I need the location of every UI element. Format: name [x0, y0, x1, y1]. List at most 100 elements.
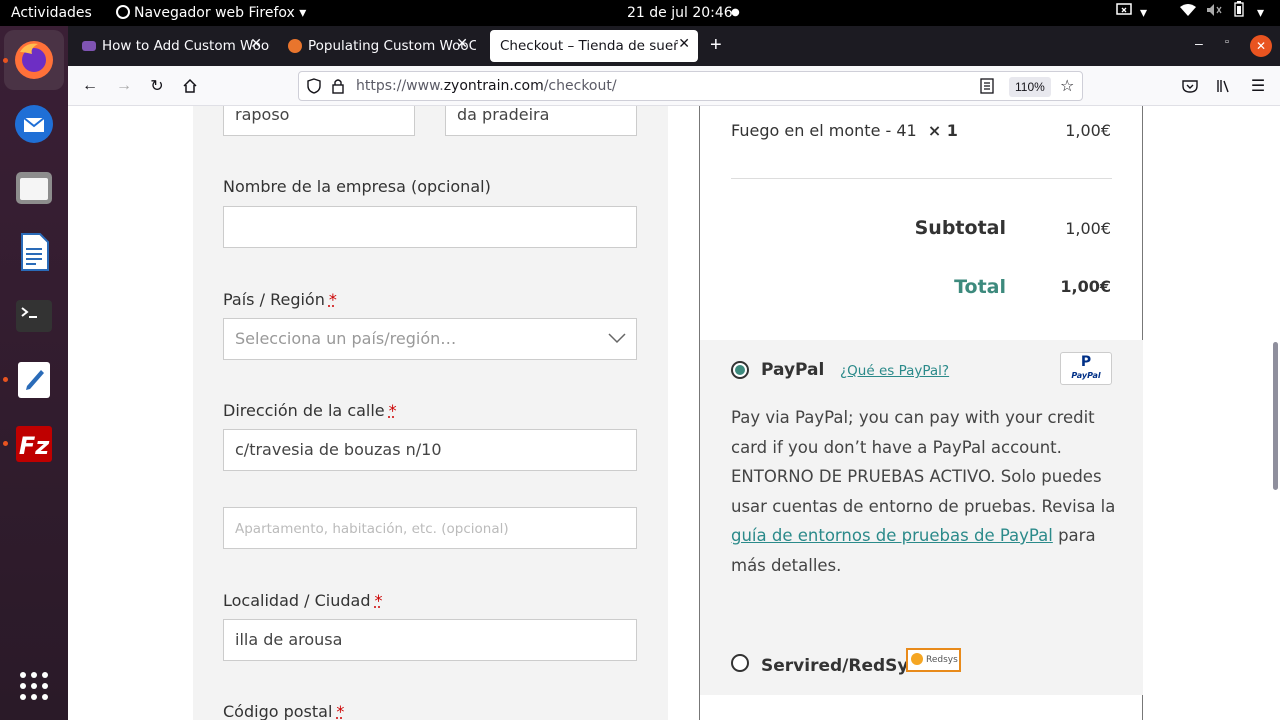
- clock[interactable]: 21 de jul 20:46: [627, 0, 733, 26]
- first-name-field[interactable]: raposo: [223, 106, 415, 136]
- zoom-level-badge[interactable]: 110%: [1009, 77, 1051, 97]
- paypal-logo: P PayPal: [1060, 352, 1112, 385]
- system-top-bar: Actividades Navegador web Firefox ▾ 21 d…: [0, 0, 1280, 26]
- firefox-icon[interactable]: [4, 30, 64, 90]
- redsys-logo-text: Redsys: [926, 655, 958, 665]
- city-label: Localidad / Ciudad *: [223, 591, 383, 610]
- libreoffice-writer-icon[interactable]: [4, 222, 64, 282]
- files-icon[interactable]: [4, 158, 64, 218]
- chevron-down-icon[interactable]: ▾: [1257, 0, 1264, 26]
- street-label: Dirección de la calle *: [223, 401, 397, 420]
- close-window-icon[interactable]: ✕: [1250, 35, 1272, 57]
- battery-icon[interactable]: [1234, 0, 1244, 26]
- page-scrollbar[interactable]: [1272, 106, 1280, 720]
- text-editor-icon[interactable]: [4, 350, 64, 410]
- chevron-down-icon: [608, 319, 626, 359]
- ubuntu-dock: Fz: [0, 26, 68, 720]
- wifi-icon[interactable]: [1180, 0, 1196, 26]
- payment-methods: PayPal ¿Qué es PayPal? P PayPal Pay via …: [700, 340, 1143, 695]
- bookmark-star-icon[interactable]: ☆: [1060, 76, 1074, 96]
- firefox-app-icon: [116, 5, 130, 19]
- tab-populating[interactable]: Populating Custom WooC ✕: [278, 30, 476, 62]
- volume-icon[interactable]: [1206, 0, 1222, 26]
- redsys-sun-icon: [911, 653, 923, 665]
- pocket-icon[interactable]: [1178, 74, 1202, 98]
- order-review: Fuego en el monte - 41 × 1 1,00€ Subtota…: [699, 106, 1143, 720]
- paypal-radio[interactable]: [731, 361, 749, 379]
- terminal-icon[interactable]: [4, 286, 64, 346]
- total-label: Total: [954, 276, 1006, 298]
- close-icon[interactable]: ✕: [250, 36, 262, 52]
- minimize-icon[interactable]: –: [1195, 35, 1203, 51]
- navigation-toolbar: ← → ↻ https://www.zyontrain.com/checkout…: [68, 66, 1280, 106]
- last-name-field[interactable]: da pradeira: [445, 106, 637, 136]
- tab-checkout[interactable]: Checkout – Tienda de sueños ✕: [490, 30, 698, 62]
- browser-tab-strip: How to Add Custom WooC ✕ Populating Cust…: [68, 26, 1280, 66]
- subtotal-value: 1,00€: [1065, 219, 1111, 238]
- divider: [731, 178, 1112, 179]
- paypal-logo-text: PayPal: [1071, 371, 1101, 380]
- country-placeholder: Selecciona un país/región…: [235, 329, 457, 348]
- thunderbird-icon[interactable]: [4, 94, 64, 154]
- hamburger-menu-icon[interactable]: ☰: [1246, 74, 1270, 98]
- library-icon[interactable]: [1212, 74, 1236, 98]
- paypal-p-icon: P: [1080, 354, 1092, 370]
- redsys-logo: Redsys: [906, 648, 961, 672]
- close-icon[interactable]: ✕: [456, 36, 468, 52]
- apartment-field[interactable]: Apartamento, habitación, etc. (opcional): [223, 507, 637, 549]
- city-field[interactable]: illa de arousa: [223, 619, 637, 661]
- app-menu[interactable]: Navegador web Firefox ▾: [116, 0, 306, 26]
- forward-arrow-icon[interactable]: →: [112, 74, 136, 98]
- restore-icon[interactable]: ▫: [1225, 36, 1229, 48]
- tab-title: Checkout – Tienda de sueños: [500, 38, 678, 54]
- show-apps-grid-icon[interactable]: [4, 656, 64, 716]
- what-is-paypal-link[interactable]: ¿Qué es PayPal?: [840, 363, 949, 379]
- url-bar[interactable]: https://www.zyontrain.com/checkout/ 110%…: [298, 71, 1083, 101]
- svg-text:Fz: Fz: [19, 432, 50, 460]
- chevron-down-icon[interactable]: ▾: [1140, 0, 1147, 26]
- running-indicator: [3, 441, 8, 446]
- company-label: Nombre de la empresa (opcional): [223, 177, 491, 196]
- order-item-price: 1,00€: [1065, 121, 1111, 140]
- postcode-label: Código postal *: [223, 702, 345, 720]
- checkout-page: raposo da pradeira Nombre de la empresa …: [68, 106, 1280, 720]
- paypal-label[interactable]: PayPal: [761, 360, 824, 380]
- reload-icon[interactable]: ↻: [145, 74, 169, 98]
- billing-form: raposo da pradeira Nombre de la empresa …: [193, 106, 668, 720]
- running-indicator: [3, 377, 8, 382]
- paypal-sandbox-guide-link[interactable]: guía de entornos de pruebas de PayPal: [731, 526, 1053, 545]
- activities-button[interactable]: Actividades: [11, 0, 92, 26]
- tab-title: How to Add Custom WooC: [102, 38, 270, 54]
- stack-favicon-icon: [288, 39, 302, 53]
- close-icon[interactable]: ✕: [678, 36, 690, 52]
- notification-dot-icon: ●: [731, 7, 740, 18]
- paypal-description: Pay via PayPal; you can pay with your cr…: [731, 408, 1116, 575]
- filezilla-icon[interactable]: Fz: [4, 414, 64, 474]
- apartment-placeholder: Apartamento, habitación, etc. (opcional): [235, 521, 509, 537]
- reader-view-icon[interactable]: [980, 78, 994, 99]
- street-field[interactable]: c/travesia de bouzas n/10: [223, 429, 637, 471]
- url-text: https://www.zyontrain.com/checkout/: [356, 78, 617, 94]
- redsys-radio[interactable]: [731, 654, 749, 672]
- country-label: País / Región *: [223, 290, 337, 309]
- tab-how-to-add[interactable]: How to Add Custom WooC ✕: [72, 30, 270, 62]
- screen-share-icon[interactable]: [1116, 0, 1132, 26]
- chevron-down-icon: ▾: [299, 5, 307, 21]
- tab-title: Populating Custom WooC: [308, 38, 476, 54]
- order-item-qty: × 1: [927, 121, 958, 140]
- subtotal-label: Subtotal: [914, 217, 1006, 239]
- running-indicator: [3, 58, 8, 63]
- country-select[interactable]: Selecciona un país/región…: [223, 318, 637, 360]
- lock-icon[interactable]: [332, 78, 344, 99]
- home-icon[interactable]: [178, 74, 202, 98]
- scrollbar-thumb[interactable]: [1273, 342, 1278, 490]
- back-arrow-icon[interactable]: ←: [78, 74, 102, 98]
- order-item-name: Fuego en el monte - 41 × 1: [731, 121, 958, 140]
- new-tab-plus-icon[interactable]: +: [710, 34, 722, 57]
- total-value: 1,00€: [1060, 277, 1111, 296]
- woo-favicon-icon: [82, 41, 96, 51]
- redsys-label[interactable]: Servired/RedSys: [761, 656, 919, 676]
- app-menu-label: Navegador web Firefox: [134, 5, 295, 21]
- company-field[interactable]: [223, 206, 637, 248]
- tracking-shield-icon[interactable]: [307, 78, 321, 99]
